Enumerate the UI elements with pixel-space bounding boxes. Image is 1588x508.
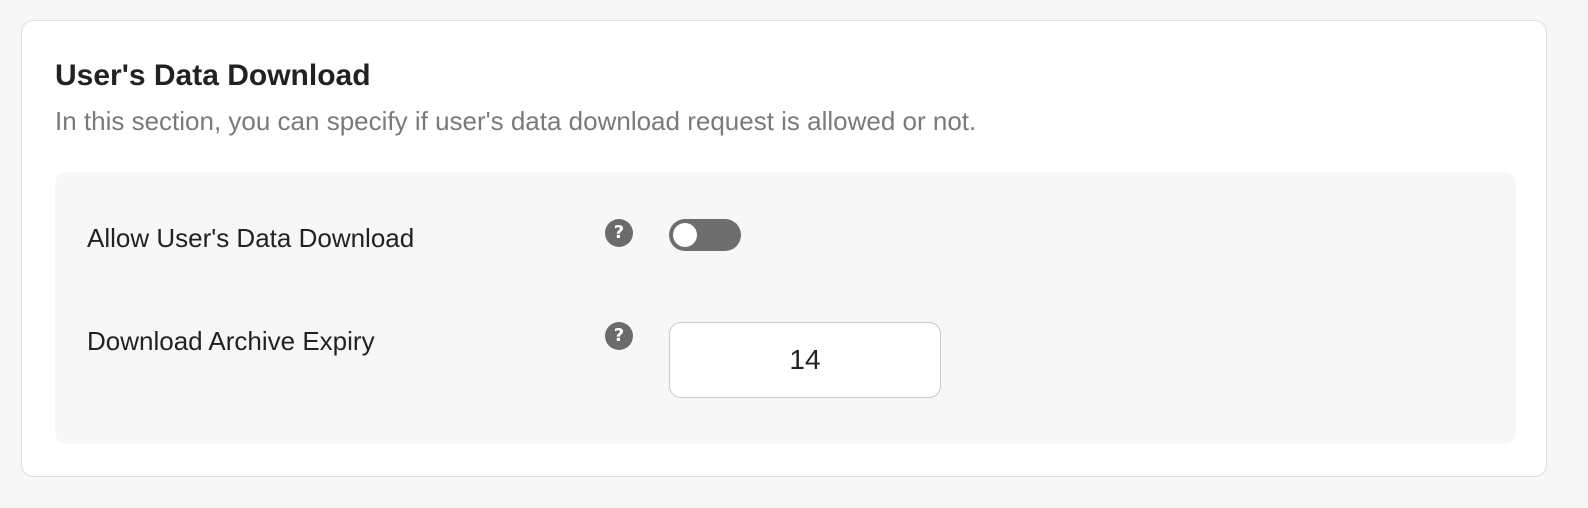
settings-panel: Allow User's Data Download ? Download Ar… [55,172,1516,444]
question-circle-icon[interactable]: ? [605,322,633,350]
section-title: User's Data Download [55,59,371,92]
section-description: In this section, you can specify if user… [55,106,977,136]
archive-expiry-input[interactable] [669,322,941,398]
allow-download-toggle[interactable] [669,219,741,251]
allow-download-label: Allow User's Data Download [87,223,415,253]
question-circle-icon[interactable]: ? [605,219,633,247]
archive-expiry-label: Download Archive Expiry [87,326,375,356]
toggle-knob [673,223,697,247]
data-download-card: User's Data Download In this section, yo… [21,20,1547,477]
